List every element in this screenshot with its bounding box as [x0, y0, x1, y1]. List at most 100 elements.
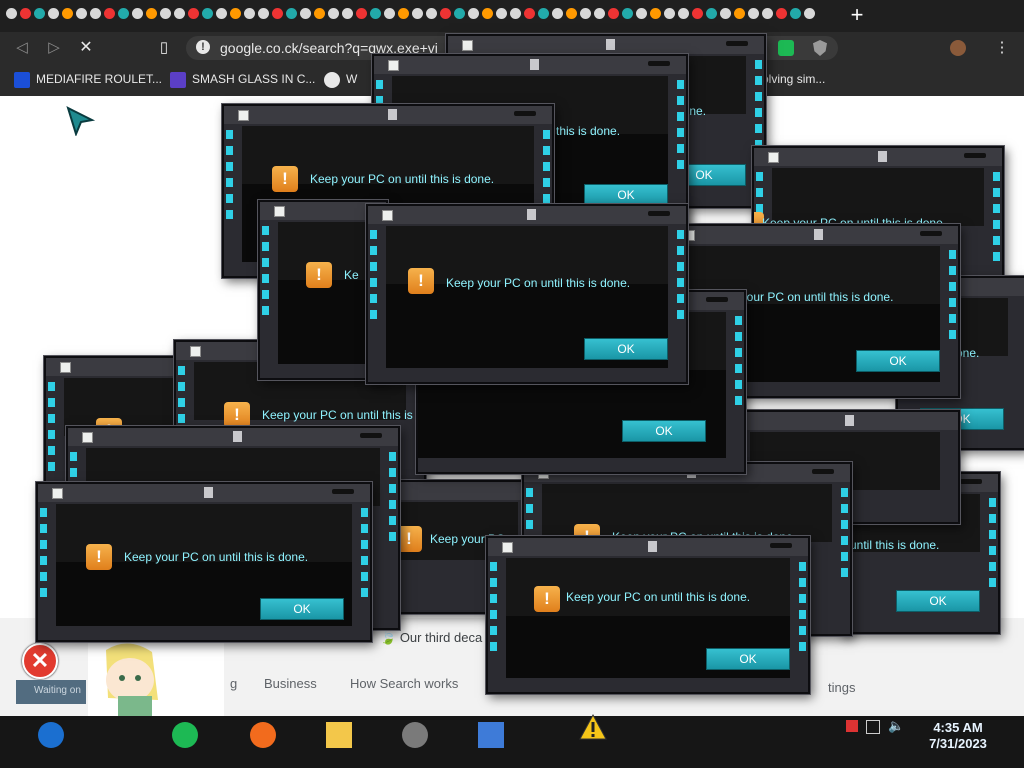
tab-favicon[interactable]	[706, 8, 717, 19]
ok-button[interactable]: OK	[896, 590, 980, 612]
tab-favicon[interactable]	[720, 8, 731, 19]
tab-favicon[interactable]	[174, 8, 185, 19]
dialog-title-bar[interactable]	[732, 412, 958, 430]
new-tab-button[interactable]: +	[846, 4, 868, 26]
site-info-icon[interactable]: !	[196, 40, 210, 54]
dialog-title-bar[interactable]	[488, 538, 808, 556]
tab-favicon[interactable]	[608, 8, 619, 19]
forward-icon[interactable]: ▷	[44, 38, 64, 58]
tab-favicon[interactable]	[776, 8, 787, 19]
tab-favicon[interactable]	[272, 8, 283, 19]
tab-favicon[interactable]	[440, 8, 451, 19]
tab-favicon[interactable]	[552, 8, 563, 19]
volume-icon[interactable]: 🔈	[888, 718, 904, 734]
profile-avatar[interactable]	[950, 40, 966, 56]
spotify-extension-icon[interactable]	[778, 40, 794, 56]
ok-button[interactable]: OK	[706, 648, 790, 670]
tab-favicon[interactable]	[216, 8, 227, 19]
tab-favicon[interactable]	[160, 8, 171, 19]
spotify-icon[interactable]	[172, 722, 198, 748]
computer-icon[interactable]	[478, 722, 504, 748]
tab-favicon[interactable]	[524, 8, 535, 19]
tab-favicon[interactable]	[342, 8, 353, 19]
tab-favicon[interactable]	[104, 8, 115, 19]
dialog-title-bar[interactable]	[374, 56, 686, 74]
tab-favicon[interactable]	[300, 8, 311, 19]
tab-favicon[interactable]	[566, 8, 577, 19]
tab-favicon[interactable]	[748, 8, 759, 19]
dialog-title-bar[interactable]	[670, 226, 958, 244]
ok-button[interactable]: OK	[260, 598, 344, 620]
tab-favicon[interactable]	[664, 8, 675, 19]
firefox-icon[interactable]	[250, 722, 276, 748]
dialog-title-bar[interactable]	[68, 428, 398, 446]
ok-button[interactable]: OK	[584, 184, 668, 206]
tab-favicon[interactable]	[244, 8, 255, 19]
tab-favicon[interactable]	[790, 8, 801, 19]
tab-favicon[interactable]	[734, 8, 745, 19]
tab-favicon[interactable]	[426, 8, 437, 19]
app-icon[interactable]	[402, 722, 428, 748]
tab-favicon[interactable]	[454, 8, 465, 19]
tab-favicon[interactable]	[468, 8, 479, 19]
dialog-window[interactable]: ! Keep your PC on until this is done. OK	[36, 482, 372, 642]
dialog-title-bar[interactable]	[368, 206, 686, 224]
bookmark-star-icon[interactable]: ▯	[154, 38, 174, 58]
tab-favicon[interactable]	[538, 8, 549, 19]
tab-favicon[interactable]	[230, 8, 241, 19]
network-icon[interactable]	[866, 720, 880, 734]
tab-favicon[interactable]	[580, 8, 591, 19]
back-icon[interactable]: ◁	[12, 38, 32, 58]
tab-favicon[interactable]	[650, 8, 661, 19]
bookmark-mediafire[interactable]: MEDIAFIRE ROULET...	[14, 72, 162, 88]
tab-favicon[interactable]	[594, 8, 605, 19]
tab-favicon[interactable]	[62, 8, 73, 19]
footer-settings-link[interactable]: tings	[828, 680, 855, 695]
ok-button[interactable]: OK	[622, 420, 706, 442]
tab-favicon[interactable]	[412, 8, 423, 19]
ok-button[interactable]: OK	[584, 338, 668, 360]
tab-favicon[interactable]	[34, 8, 45, 19]
dialog-title-bar[interactable]	[224, 106, 552, 124]
tab-favicon[interactable]	[370, 8, 381, 19]
dialog-title-bar[interactable]	[754, 148, 1002, 166]
tab-favicon[interactable]	[398, 8, 409, 19]
tab-favicon[interactable]	[202, 8, 213, 19]
tab-favicon[interactable]	[76, 8, 87, 19]
dialog-window[interactable]: ! Keep your PC on until this is done. OK	[486, 536, 810, 694]
dialog-title-bar[interactable]	[448, 36, 764, 54]
carbon-footprint-text[interactable]: 🍃 Our third deca	[380, 630, 482, 646]
tab-favicon[interactable]	[258, 8, 269, 19]
tab-favicon[interactable]	[188, 8, 199, 19]
tab-favicon[interactable]	[636, 8, 647, 19]
dialog-window[interactable]: ! Keep your PC on until this is done. OK	[366, 204, 688, 384]
tab-favicon[interactable]	[762, 8, 773, 19]
bookmark-smash-glass[interactable]: SMASH GLASS IN C...	[170, 72, 315, 88]
tab-favicon[interactable]	[286, 8, 297, 19]
tab-favicon[interactable]	[356, 8, 367, 19]
file-explorer-icon[interactable]	[326, 722, 352, 748]
footer-how-search-works-link[interactable]: How Search works	[350, 676, 458, 691]
tab-favicon[interactable]	[6, 8, 17, 19]
tab-favicon[interactable]	[314, 8, 325, 19]
menu-icon[interactable]: ⋮	[992, 38, 1012, 58]
tab-favicon[interactable]	[804, 8, 815, 19]
system-clock[interactable]: 4:35 AM 7/31/2023	[918, 720, 998, 752]
tab-favicon[interactable]	[146, 8, 157, 19]
dialog-title-bar[interactable]	[376, 482, 536, 500]
dialog-title-bar[interactable]	[38, 484, 370, 502]
tab-favicon[interactable]	[48, 8, 59, 19]
bookmark-w[interactable]: W	[324, 72, 357, 88]
tab-favicon[interactable]	[118, 8, 129, 19]
footer-business-link[interactable]: Business	[264, 676, 317, 691]
ok-button[interactable]: OK	[856, 350, 940, 372]
tab-favicon[interactable]	[328, 8, 339, 19]
tab-favicon[interactable]	[510, 8, 521, 19]
stop-icon[interactable]: ✕	[76, 38, 96, 58]
tab-favicon[interactable]	[678, 8, 689, 19]
tab-favicon[interactable]	[90, 8, 101, 19]
tab-favicon[interactable]	[622, 8, 633, 19]
tab-favicon[interactable]	[482, 8, 493, 19]
edge-icon[interactable]	[38, 722, 64, 748]
tab-favicon[interactable]	[132, 8, 143, 19]
